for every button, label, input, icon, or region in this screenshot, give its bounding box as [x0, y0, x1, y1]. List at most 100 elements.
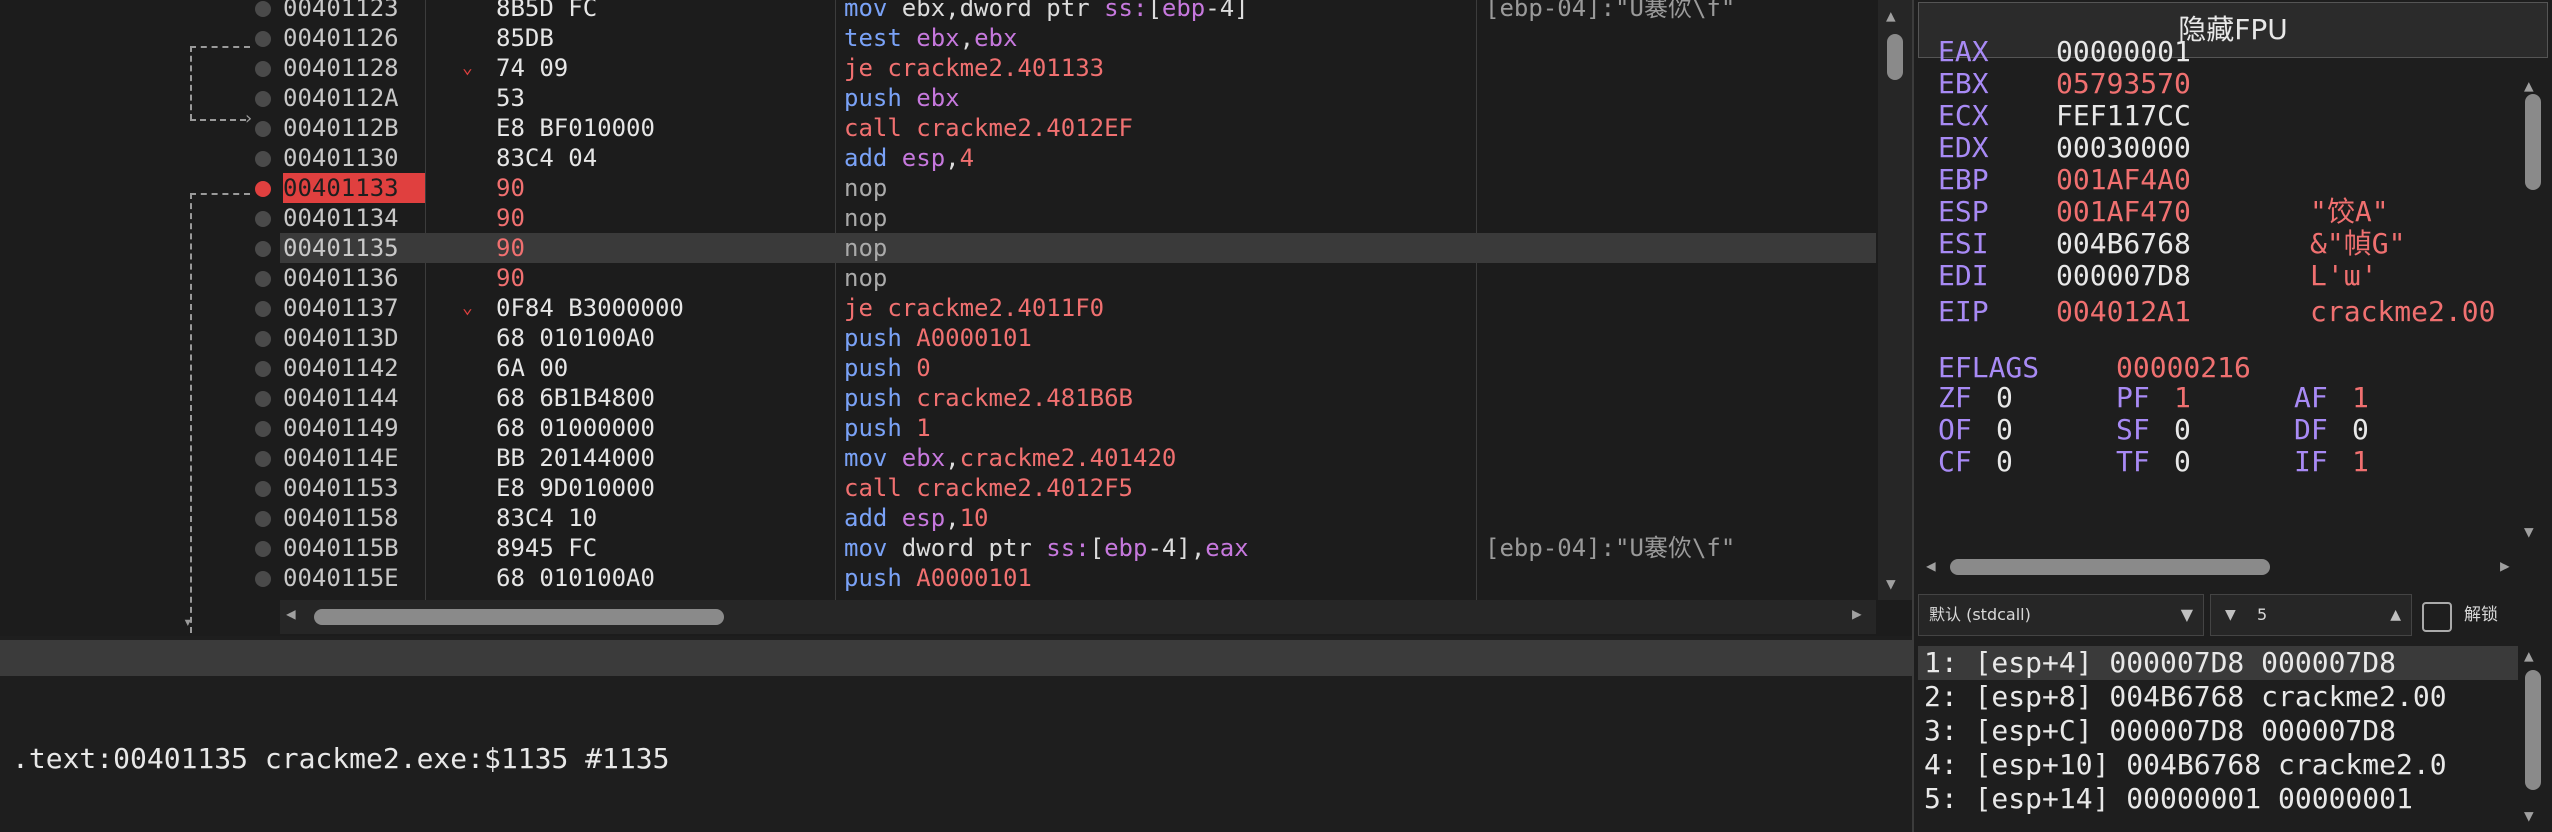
instruction-text[interactable]: mov dword ptr ss:[ebp-4],eax: [844, 533, 1249, 563]
breakpoint-slot-icon[interactable]: [255, 541, 271, 558]
instruction-address[interactable]: 0040113D: [283, 323, 425, 353]
disassembly-vertical-scrollbar[interactable]: ▲ ▼: [1878, 0, 1912, 600]
instruction-address[interactable]: 0040112B: [283, 113, 425, 143]
instruction-text[interactable]: add esp,4: [844, 143, 974, 173]
scroll-up-icon[interactable]: ▲: [1886, 6, 1896, 25]
stack-argument-row[interactable]: 4: [esp+10] 004B6768 crackme2.0: [1924, 748, 2447, 782]
stack-vertical-scrollbar[interactable]: ▲ ▼: [2518, 646, 2548, 826]
instruction-row[interactable]: 00401123 8B5D FC mov ebx,dword ptr ss:[ebp…: [280, 0, 1876, 23]
breakpoint-slot-icon[interactable]: [255, 331, 271, 348]
instruction-row[interactable]: 00401133 90 nop: [280, 173, 1876, 204]
flag-value[interactable]: 0: [1996, 414, 2013, 446]
register-value[interactable]: 05793570: [2056, 68, 2191, 100]
register-value[interactable]: 000007D8: [2056, 260, 2191, 292]
instruction-row[interactable]: 00401144 68 6B1B4800 push crackme2.481B6B: [280, 383, 1876, 413]
instruction-text[interactable]: je crackme2.401133: [844, 53, 1104, 83]
breakpoint-slot-icon[interactable]: [255, 571, 271, 588]
scroll-up-icon[interactable]: ▲: [2524, 646, 2534, 665]
scroll-down-icon[interactable]: ▼: [2524, 806, 2534, 825]
breakpoint-slot-icon[interactable]: [255, 211, 271, 228]
flag-value[interactable]: 0: [2174, 446, 2191, 478]
scroll-thumb[interactable]: [1887, 34, 1903, 80]
instruction-text[interactable]: nop: [844, 233, 887, 263]
instruction-address[interactable]: 00401153: [283, 473, 425, 503]
instruction-address[interactable]: 00401137: [283, 293, 425, 323]
flag-value[interactable]: 1: [2352, 382, 2369, 414]
scroll-up-icon[interactable]: ▲: [2524, 76, 2534, 95]
calling-convention-select[interactable]: 默认 (stdcall) ▼: [1918, 594, 2204, 636]
breakpoint-slot-icon[interactable]: [255, 61, 271, 78]
instruction-address[interactable]: 0040115B: [283, 533, 425, 563]
instruction-address[interactable]: 00401130: [283, 143, 425, 173]
instruction-address[interactable]: 00401142: [283, 353, 425, 383]
register-value[interactable]: 004B6768: [2056, 228, 2191, 260]
register-value[interactable]: 001AF4A0: [2056, 164, 2191, 196]
instruction-row[interactable]: 0040115B 8945 FC mov dword ptr ss:[ebp-4],…: [280, 533, 1876, 563]
instruction-address[interactable]: 00401123: [283, 0, 425, 23]
instruction-row[interactable]: 0040112B E8 BF010000 call crackme2.4012EF: [280, 113, 1876, 143]
instruction-row[interactable]: 00401135 90 nop: [280, 233, 1876, 264]
instruction-text[interactable]: call crackme2.4012EF: [844, 113, 1133, 143]
registers-vertical-scrollbar[interactable]: ▲ ▼: [2518, 76, 2548, 546]
disassembly-listing[interactable]: 00401123 8B5D FC mov ebx,dword ptr ss:[ebp…: [280, 0, 1876, 600]
breakpoint-slot-icon[interactable]: [255, 511, 271, 528]
instruction-address[interactable]: 0040115E: [283, 563, 425, 593]
instruction-text[interactable]: call crackme2.4012F5: [844, 473, 1133, 503]
register-value[interactable]: 00000001: [2056, 36, 2191, 68]
instruction-row[interactable]: 0040113D 68 010100A0 push A0000101: [280, 323, 1876, 353]
register-value[interactable]: FEF117CC: [2056, 100, 2191, 132]
instruction-row[interactable]: 00401158 83C4 10 add esp,10: [280, 503, 1876, 533]
register-value[interactable]: 00000216: [2116, 352, 2251, 384]
hide-fpu-button[interactable]: 隐藏FPU: [1918, 2, 2548, 58]
instruction-row[interactable]: 0040115E 68 010100A0 push A0000101: [280, 563, 1876, 593]
breakpoint-slot-icon[interactable]: [255, 391, 271, 408]
instruction-text[interactable]: add esp,10: [844, 503, 989, 533]
scroll-thumb[interactable]: [1950, 559, 2270, 575]
instruction-text[interactable]: nop: [844, 173, 887, 203]
instruction-text[interactable]: mov ebx,dword ptr ss:[ebp-4]: [844, 0, 1249, 23]
decrement-icon[interactable]: ▼: [2225, 595, 2236, 635]
breakpoint-slot-icon[interactable]: [255, 421, 271, 438]
breakpoint-slot-icon[interactable]: [255, 241, 271, 258]
stack-argument-row[interactable]: 2: [esp+8] 004B6768 crackme2.00: [1924, 680, 2447, 714]
unlock-checkbox[interactable]: [2422, 602, 2452, 632]
instruction-text[interactable]: push crackme2.481B6B: [844, 383, 1133, 413]
stack-argument-row[interactable]: 3: [esp+C] 000007D8 000007D8: [1924, 714, 2396, 748]
instruction-text[interactable]: je crackme2.4011F0: [844, 293, 1104, 323]
breakpoint-slot-icon[interactable]: [255, 121, 271, 138]
flag-value[interactable]: 1: [2352, 446, 2369, 478]
scroll-down-icon[interactable]: ▼: [2524, 522, 2534, 541]
disassembly-pane[interactable]: › ▾ 00401123 8B5D FC mov ebx,dword ptr ss:…: [0, 0, 1912, 636]
register-value[interactable]: 004012A1: [2056, 296, 2191, 328]
instruction-row[interactable]: 00401137 ⌄ 0F84 B3000000 je crackme2.4011F0: [280, 293, 1876, 323]
scroll-thumb[interactable]: [314, 609, 724, 625]
breakpoint-slot-icon[interactable]: [255, 151, 271, 168]
register-value[interactable]: 001AF470: [2056, 196, 2191, 228]
increment-icon[interactable]: ▲: [2390, 595, 2401, 635]
stack-argument-row[interactable]: 1: [esp+4] 000007D8 000007D8: [1918, 646, 2518, 680]
scroll-left-icon[interactable]: ◀: [1926, 556, 1936, 575]
instruction-row[interactable]: 00401153 E8 9D010000 call crackme2.4012F5: [280, 473, 1876, 503]
instruction-address[interactable]: 00401158: [283, 503, 425, 533]
instruction-address[interactable]: 00401134: [283, 203, 425, 233]
instruction-row[interactable]: 00401128 ⌄ 74 09 je crackme2.401133: [280, 53, 1876, 83]
flag-value[interactable]: 1: [2174, 382, 2191, 414]
instruction-address[interactable]: 00401135: [283, 233, 425, 263]
instruction-row[interactable]: 00401130 83C4 04 add esp,4: [280, 143, 1876, 173]
instruction-address[interactable]: 00401133: [283, 173, 425, 204]
instruction-row[interactable]: 00401136 90 nop: [280, 263, 1876, 293]
breakpoint-slot-icon[interactable]: [255, 481, 271, 498]
scroll-right-icon[interactable]: ▶: [1852, 604, 1862, 623]
flag-value[interactable]: 0: [1996, 382, 2013, 414]
instruction-row[interactable]: 00401149 68 01000000 push 1: [280, 413, 1876, 443]
instruction-address[interactable]: 00401126: [283, 23, 425, 53]
register-value[interactable]: 00030000: [2056, 132, 2191, 164]
instruction-row[interactable]: 0040112A 53 push ebx: [280, 83, 1876, 113]
scroll-left-icon[interactable]: ◀: [286, 604, 296, 623]
scroll-thumb[interactable]: [2525, 94, 2541, 190]
breakpoint-slot-icon[interactable]: [255, 301, 271, 318]
instruction-text[interactable]: test ebx,ebx: [844, 23, 1017, 53]
breakpoint-slot-icon[interactable]: [255, 91, 271, 108]
instruction-row[interactable]: 00401126 85DB test ebx,ebx: [280, 23, 1876, 53]
flag-value[interactable]: 0: [1996, 446, 2013, 478]
